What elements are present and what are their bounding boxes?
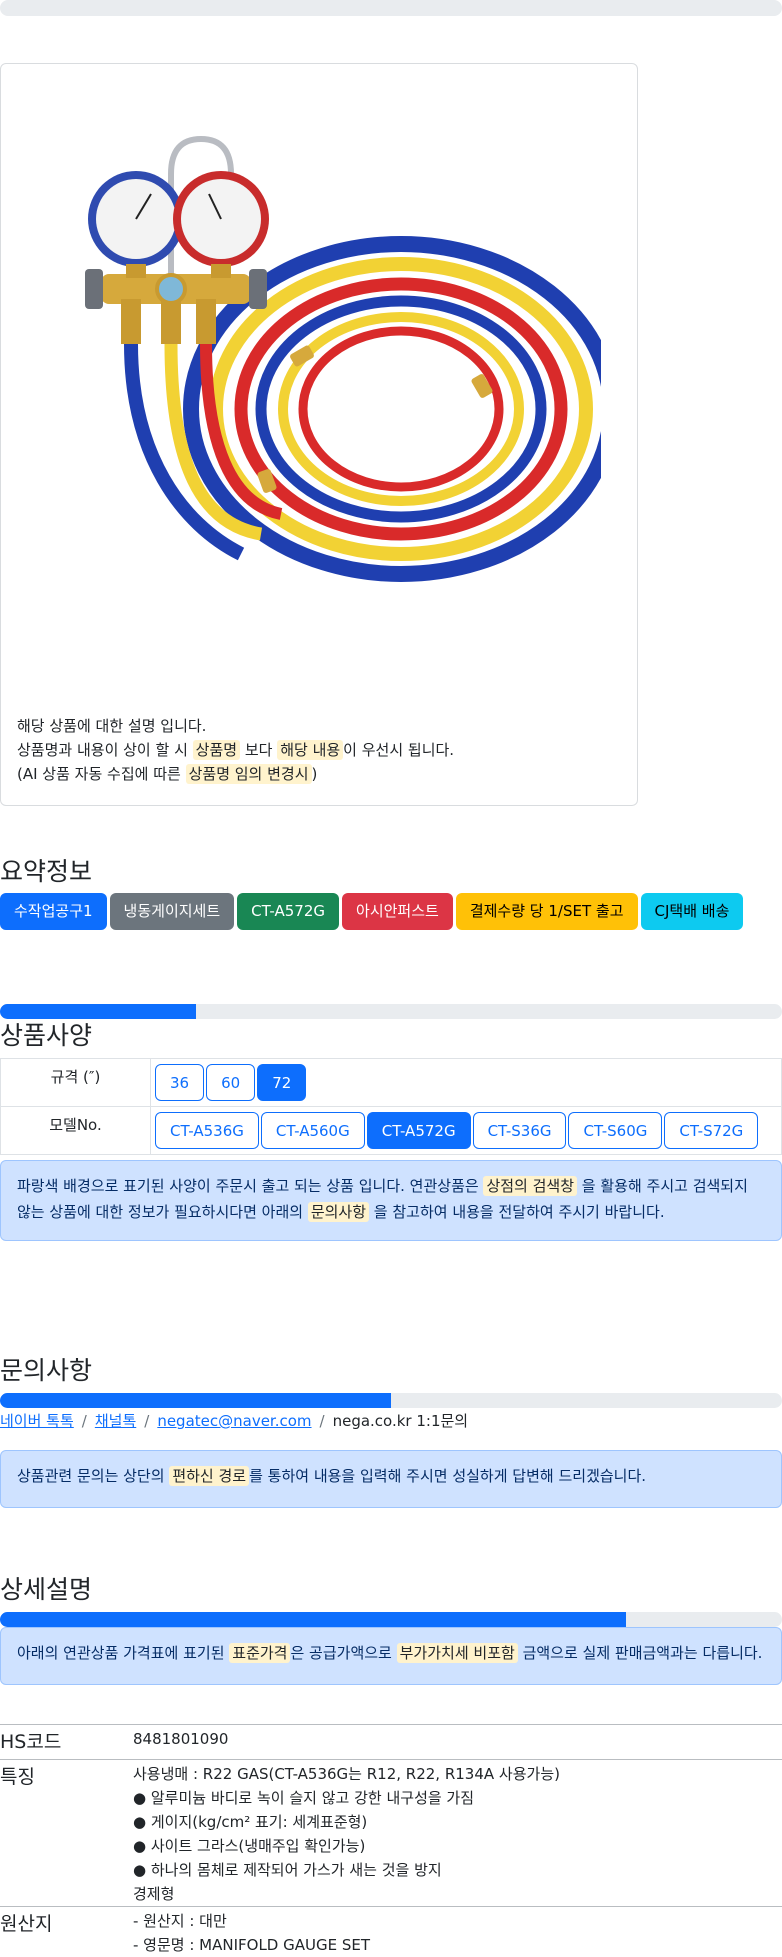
spec-row-size: 규격 (″) 366072 (1, 1059, 782, 1107)
summary-badge: 냉동게이지세트 (110, 893, 235, 930)
naver-talk-link[interactable]: 네이버 톡톡 (0, 1412, 74, 1430)
site-inquiry-text: nega.co.kr 1:1문의 (333, 1412, 469, 1430)
origin-item: - 원산지 : 대만 (133, 1909, 782, 1933)
left-knob (85, 269, 103, 309)
notice-text: 상품관련 문의는 상단의 (17, 1467, 169, 1485)
size-label: 규격 (″) (1, 1059, 151, 1107)
spec-row-model: 모델No. CT-A536GCT-A560GCT-A572GCT-S36GCT-… (1, 1107, 782, 1155)
summary-badges: 수작업공구1냉동게이지세트CT-A572G아시안퍼스트결제수량 당 1/SET … (0, 893, 743, 930)
separator: / (144, 1412, 149, 1430)
feature-item: ● 사이트 그라스(냉매주입 확인가능) (133, 1834, 782, 1858)
info-table: HS코드 8481801090 특징 사용냉매 : R22 GAS(CT-A53… (0, 1724, 782, 1957)
feature-item: ● 게이지(kg/cm² 표기: 세계표준형) (133, 1810, 782, 1834)
feature-item: 사용냉매 : R22 GAS(CT-A536G는 R12, R22, R134A… (133, 1762, 782, 1786)
size-options: 366072 (151, 1059, 781, 1106)
spec-notice: 파랑색 배경으로 표기된 사양이 주문시 출고 되는 상품 입니다. 연관상품은… (0, 1160, 782, 1241)
model-option-button[interactable]: CT-A560G (261, 1112, 365, 1149)
desc-highlight: 해당 내용 (277, 740, 343, 760)
summary-badge: 수작업공구1 (0, 893, 107, 930)
info-row-feature: 특징 사용냉매 : R22 GAS(CT-A536G는 R12, R22, R1… (0, 1760, 782, 1907)
feature-list: 사용냉매 : R22 GAS(CT-A536G는 R12, R22, R134A… (133, 1760, 782, 1907)
detail-progress-fill (0, 1612, 626, 1627)
info-row-hs: HS코드 8481801090 (0, 1725, 782, 1760)
size-option-button[interactable]: 72 (257, 1064, 306, 1101)
detail-notice: 아래의 연관상품 가격표에 표기된 표준가격은 공급가액으로 부가가치세 비포함… (0, 1627, 782, 1685)
product-image-card: 해당 상품에 대한 설명 입니다. 상품명과 내용이 상이 할 시 상품명 보다… (0, 63, 638, 806)
product-description: 해당 상품에 대한 설명 입니다. 상품명과 내용이 상이 할 시 상품명 보다… (17, 714, 454, 786)
origin-list: - 원산지 : 대만- 영문명 : MANIFOLD GAUGE SET (133, 1907, 782, 1957)
notice-text: 를 통하여 내용을 입력해 주시면 성실하게 답변해 드리겠습니다. (249, 1467, 646, 1485)
desc-text: 이 우선시 됩니다. (343, 741, 454, 759)
origin-label: 원산지 (0, 1907, 133, 1957)
size-option-button[interactable]: 36 (155, 1064, 204, 1101)
detail-title: 상세설명 (0, 1570, 92, 1606)
desc-line-3: (AI 상품 자동 수집에 따른 상품명 임의 변경시) (17, 762, 454, 786)
channel-talk-link[interactable]: 채널톡 (95, 1412, 136, 1430)
notice-text: 은 공급가액으로 (290, 1644, 396, 1662)
model-option-button[interactable]: CT-A572G (367, 1112, 471, 1149)
inquiry-progress (0, 1393, 782, 1408)
notice-text: 아래의 연관상품 가격표에 표기된 (17, 1644, 229, 1662)
feature-item: ● 하나의 몸체로 제작되어 가스가 새는 것을 방지 (133, 1858, 782, 1882)
notice-text: 을 참고하여 내용을 전달하여 주시기 바랍니다. (369, 1203, 665, 1221)
desc-highlight: 상품명 (193, 740, 240, 760)
inquiry-progress-fill (0, 1393, 391, 1408)
info-row-origin: 원산지 - 원산지 : 대만- 영문명 : MANIFOLD GAUGE SET (0, 1907, 782, 1957)
desc-line-1: 해당 상품에 대한 설명 입니다. (17, 714, 454, 738)
summary-badge: CT-A572G (237, 893, 339, 930)
desc-text: 보다 (240, 741, 277, 759)
model-option-button[interactable]: CT-S36G (473, 1112, 567, 1149)
top-progress-bar (0, 0, 782, 16)
notice-highlight: 표준가격 (229, 1643, 290, 1663)
model-option-button[interactable]: CT-S60G (568, 1112, 662, 1149)
red-hose-inner (303, 331, 499, 487)
desc-text: 상품명과 내용이 상이 할 시 (17, 741, 193, 759)
notice-highlight: 상점의 검색창 (483, 1176, 577, 1196)
summary-badge: CJ택배 배송 (641, 893, 744, 930)
spec-progress (0, 1004, 782, 1019)
spec-table: 규격 (″) 366072 모델No. CT-A536GCT-A560GCT-A… (0, 1058, 782, 1155)
feature-item: 경제형 (133, 1882, 782, 1906)
inquiry-title: 문의사항 (0, 1351, 92, 1387)
summary-badge: 결제수량 당 1/SET 출고 (456, 893, 638, 930)
separator: / (320, 1412, 325, 1430)
yellow-hose-inner (283, 317, 519, 501)
hs-label: HS코드 (0, 1725, 133, 1760)
notice-text: 파랑색 배경으로 표기된 사양이 주문시 출고 되는 상품 입니다. 연관상품은 (17, 1177, 483, 1195)
desc-text: (AI 상품 자동 수집에 따른 (17, 765, 186, 783)
sight-glass (157, 275, 185, 303)
summary-title: 요약정보 (0, 852, 92, 888)
model-option-button[interactable]: CT-A536G (155, 1112, 259, 1149)
separator: / (82, 1412, 87, 1430)
inquiry-notice: 상품관련 문의는 상단의 편하신 경로를 통하여 내용을 입력해 주시면 성실하… (0, 1450, 782, 1508)
spec-title: 상품사양 (0, 1016, 92, 1052)
model-option-button[interactable]: CT-S72G (664, 1112, 758, 1149)
notice-text: 금액으로 실제 판매금액과는 다릅니다. (518, 1644, 763, 1662)
notice-highlight: 편하신 경로 (169, 1466, 249, 1486)
desc-line-2: 상품명과 내용이 상이 할 시 상품명 보다 해당 내용이 우선시 됩니다. (17, 738, 454, 762)
feature-item: ● 알루미늄 바디로 녹이 슬지 않고 강한 내구성을 가짐 (133, 1786, 782, 1810)
inquiry-links: 네이버 톡톡 / 채널톡 / negatec@naver.com / nega.co.kr … (0, 1410, 468, 1431)
desc-highlight: 상품명 임의 변경시 (186, 764, 312, 784)
email-link[interactable]: negatec@naver.com (157, 1412, 311, 1430)
model-options: CT-A536GCT-A560GCT-A572GCT-S36GCT-S60GCT… (151, 1107, 781, 1154)
origin-item: - 영문명 : MANIFOLD GAUGE SET (133, 1933, 782, 1957)
summary-badge: 아시안퍼스트 (342, 893, 453, 930)
notice-highlight: 부가가치세 비포함 (397, 1643, 518, 1663)
right-knob (249, 269, 267, 309)
desc-text: ) (312, 765, 318, 783)
hs-value: 8481801090 (133, 1725, 782, 1760)
size-option-button[interactable]: 60 (206, 1064, 255, 1101)
model-label: 모델No. (1, 1107, 151, 1155)
manifold-gauge-image (41, 104, 601, 664)
notice-highlight: 문의사항 (308, 1202, 369, 1222)
detail-progress (0, 1612, 782, 1627)
feature-label: 특징 (0, 1760, 133, 1907)
